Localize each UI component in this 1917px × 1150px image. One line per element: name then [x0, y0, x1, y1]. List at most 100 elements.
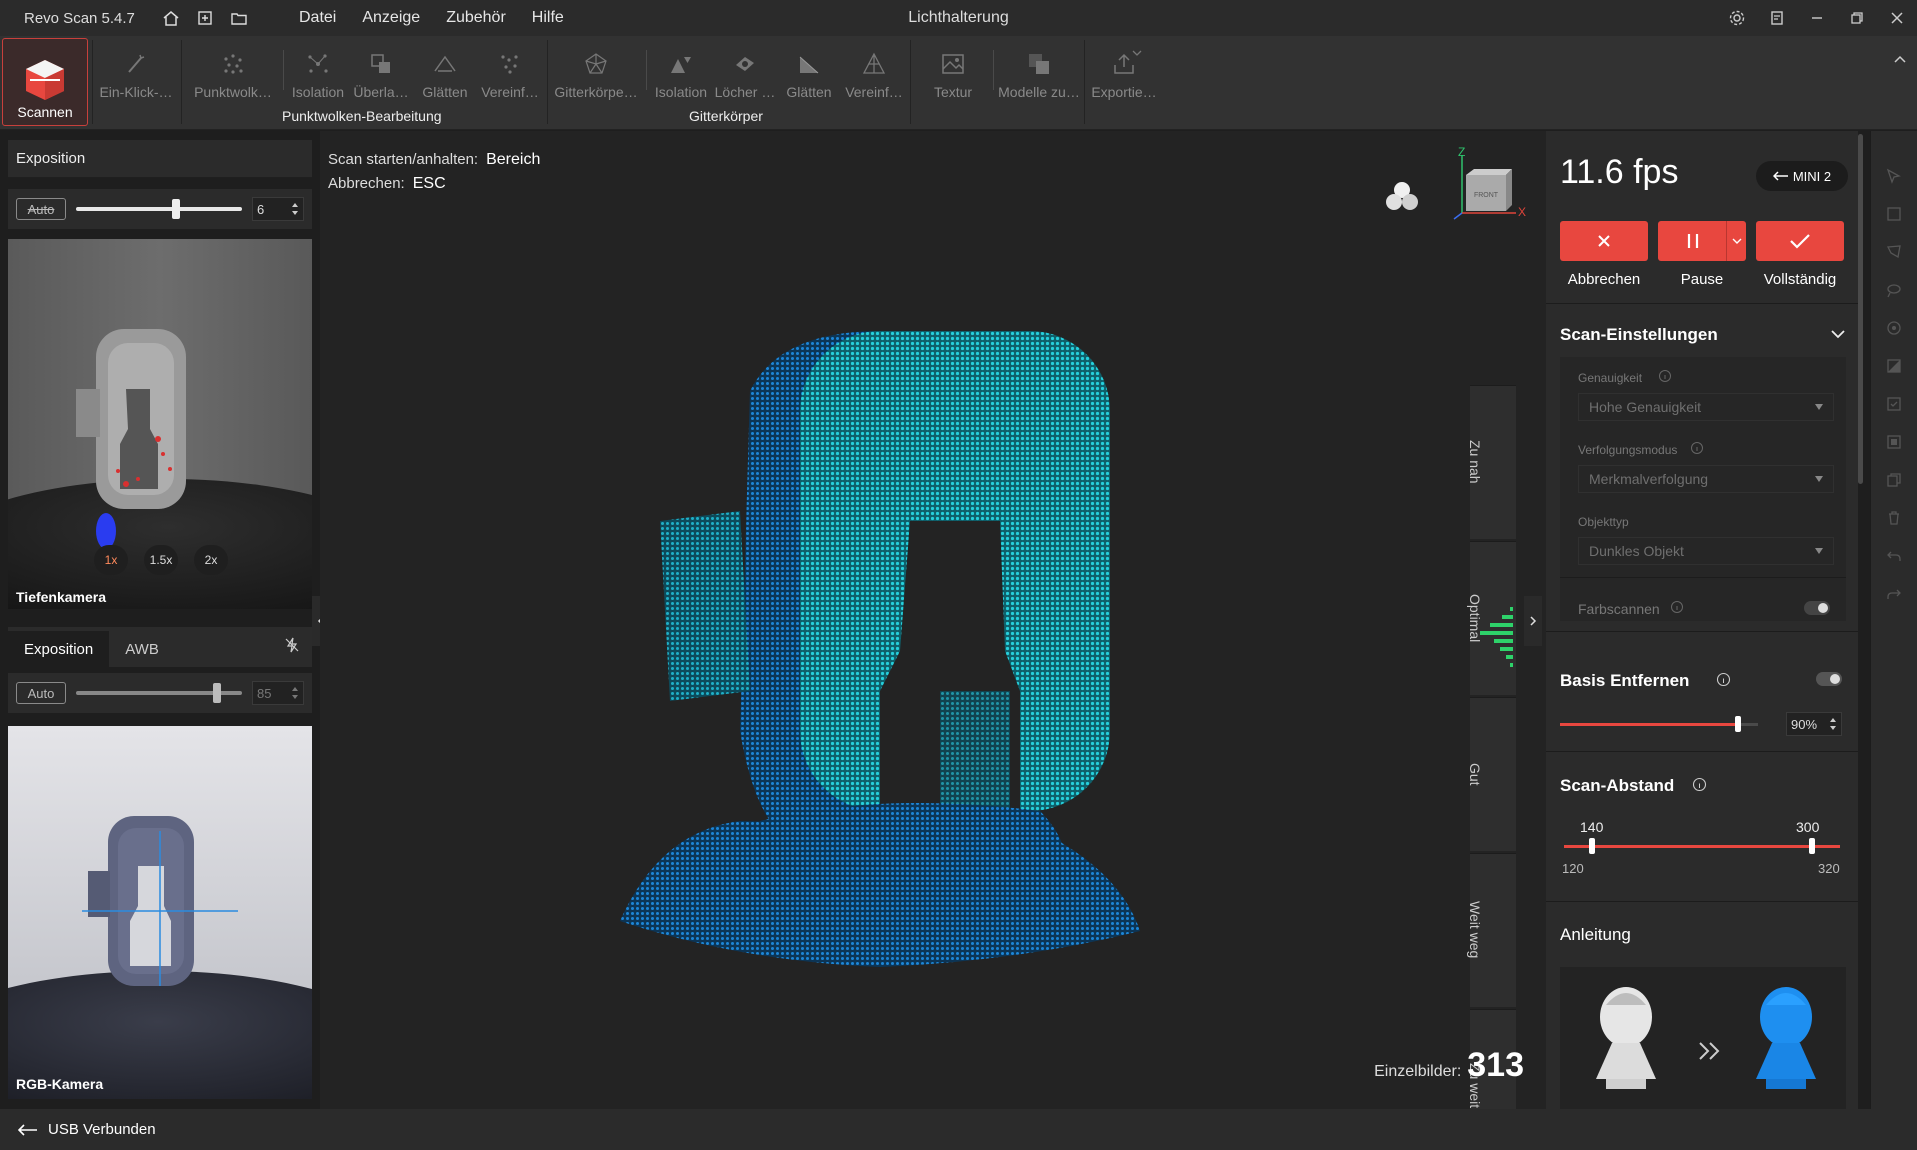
menu-accessories[interactable]: Zubehör — [433, 9, 519, 27]
scan-distance-max-knob[interactable] — [1809, 838, 1816, 854]
scan-distance-info-icon[interactable] — [1692, 777, 1707, 797]
zoom-1-5x-button[interactable]: 1.5x — [144, 545, 178, 575]
scan-control-content: 11.6 fps MINI 2 Abbrechen Pause Vollstän… — [1546, 131, 1858, 1109]
accuracy-info-icon[interactable] — [1658, 369, 1672, 388]
close-icon[interactable] — [1877, 0, 1917, 36]
connection-status-text: USB Verbunden — [48, 1121, 156, 1138]
new-project-icon[interactable] — [188, 1, 222, 35]
rgb-exposure-slider-knob[interactable] — [213, 683, 222, 703]
notes-icon[interactable] — [1757, 0, 1797, 36]
color-scan-info-icon[interactable] — [1670, 600, 1684, 619]
depth-exposure-spinner[interactable]: 6 — [252, 197, 304, 221]
3d-viewport[interactable]: Scan starten/anhalten: Bereich Abbrechen:… — [320, 131, 1546, 1109]
collapse-settings-chevron-icon[interactable] — [1830, 327, 1846, 345]
merge-models-tool[interactable]: Modelle zu… — [996, 40, 1082, 100]
mesh-smooth-tool[interactable]: Glätten — [778, 40, 840, 100]
mesh-isolation-icon — [668, 48, 694, 80]
rgb-exposure-slider[interactable] — [76, 683, 242, 703]
depth-exposure-slider[interactable] — [76, 199, 242, 219]
tracking-mode-dropdown[interactable]: Merkmalverfolgung — [1578, 465, 1834, 493]
delete-icon[interactable] — [1883, 507, 1905, 529]
scan-control-panel: 11.6 fps MINI 2 Abbrechen Pause Vollstän… — [1546, 131, 1870, 1109]
menu-view[interactable]: Anzeige — [349, 9, 433, 27]
menu-file[interactable]: Datei — [286, 9, 349, 27]
select-all-icon[interactable] — [1883, 393, 1905, 415]
export-dropdown-chevron-icon[interactable] — [1131, 46, 1143, 64]
scan-distance-min-knob[interactable] — [1588, 838, 1595, 854]
device-selector-button[interactable]: MINI 2 — [1756, 161, 1848, 191]
remove-base-slider-fill — [1560, 723, 1739, 726]
depth-exposure-slider-knob[interactable] — [171, 199, 180, 219]
fill-holes-tool[interactable]: Löcher … — [714, 40, 776, 100]
brush-select-icon[interactable] — [1883, 279, 1905, 301]
ribbon-separator — [92, 40, 93, 124]
tracking-info-icon[interactable] — [1690, 441, 1704, 460]
undo-icon[interactable] — [1883, 545, 1905, 567]
complete-scan-button[interactable] — [1756, 221, 1844, 261]
restore-icon[interactable] — [1837, 0, 1877, 36]
zoom-2x-button[interactable]: 2x — [194, 545, 228, 575]
rgb-exposure-spinner[interactable]: 85 — [252, 681, 304, 705]
object-type-dropdown[interactable]: Dunkles Objekt — [1578, 537, 1834, 565]
object-type-label: Objekttyp — [1578, 515, 1629, 529]
pause-scan-button[interactable] — [1658, 221, 1746, 261]
remove-base-info-icon[interactable] — [1716, 672, 1731, 692]
one-click-tool[interactable]: Ein-Klick-… — [98, 40, 174, 100]
simplify-icon — [497, 48, 523, 80]
collapse-ribbon-chevron-icon[interactable] — [1893, 52, 1907, 71]
pointer-select-icon[interactable] — [1883, 165, 1905, 187]
isolation-tool[interactable]: Isolation — [287, 40, 349, 100]
accuracy-dropdown[interactable]: Hohe Genauigkeit — [1578, 393, 1834, 421]
home-icon[interactable] — [154, 1, 188, 35]
settings-gear-icon[interactable] — [1717, 0, 1757, 36]
texture-tool[interactable]: Textur — [920, 40, 986, 100]
distance-high-value: 300 — [1796, 819, 1820, 835]
mesh-simplify-tool[interactable]: Vereinf… — [842, 40, 906, 100]
mesh-isolation-tool[interactable]: Isolation — [650, 40, 712, 100]
target-select-icon[interactable] — [1883, 317, 1905, 339]
mesh-simplify-icon — [861, 48, 887, 80]
lasso-select-icon[interactable] — [1883, 241, 1905, 263]
copy-selection-icon[interactable] — [1883, 469, 1905, 491]
menu-help[interactable]: Hilfe — [519, 9, 577, 27]
rgb-auto-button[interactable]: Auto — [16, 682, 66, 704]
pause-options-chevron-icon[interactable] — [1726, 221, 1746, 261]
tab-exposure[interactable]: Exposition — [8, 631, 110, 667]
frame-counter: Einzelbilder: 313 — [1374, 1046, 1524, 1085]
plane-cut-icon[interactable] — [1883, 355, 1905, 377]
open-folder-icon[interactable] — [222, 1, 256, 35]
scan-distance-range-slider[interactable] — [1564, 838, 1840, 854]
depth-camera-label: Tiefenkamera — [16, 589, 107, 605]
export-tool[interactable]: Exportie… — [1088, 40, 1160, 100]
rectangle-select-icon[interactable] — [1883, 203, 1905, 225]
remove-base-spinner[interactable]: 90% — [1786, 712, 1842, 736]
mesh-tool[interactable]: Gitterkörpe… — [552, 40, 640, 100]
remove-base-slider-knob[interactable] — [1735, 716, 1742, 732]
quality-good: Gut — [1467, 762, 1483, 786]
right-panel-scrollbar[interactable] — [1858, 134, 1863, 484]
simplify-tool[interactable]: Vereinf… — [478, 40, 542, 100]
invert-selection-icon[interactable] — [1883, 431, 1905, 453]
cancel-scan-button[interactable] — [1560, 221, 1648, 261]
section-divider — [1546, 631, 1858, 632]
tracking-mode-label: Verfolgungsmodus — [1578, 443, 1678, 457]
group-label-mesh: Gitterkörper — [689, 108, 763, 124]
collapse-right-panel-button[interactable] — [1524, 596, 1542, 646]
flash-off-icon[interactable] — [284, 637, 300, 658]
minimize-icon[interactable] — [1797, 0, 1837, 36]
remove-base-toggle[interactable] — [1816, 672, 1842, 686]
redo-icon[interactable] — [1883, 583, 1905, 605]
section-divider — [1546, 751, 1858, 752]
app-window: Revo Scan 5.4.7 Datei Anzeige Zubehör Hi… — [0, 0, 1917, 1150]
smooth-tool[interactable]: Glätten — [415, 40, 475, 100]
depth-auto-button[interactable]: Auto — [16, 198, 66, 220]
color-scan-toggle[interactable] — [1804, 601, 1830, 615]
scan-tool-button[interactable]: Scannen — [2, 38, 88, 126]
pointcloud-tool[interactable]: Punktwolk… — [190, 40, 276, 100]
remove-base-slider[interactable] — [1560, 716, 1758, 732]
tab-awb[interactable]: AWB — [109, 631, 175, 667]
pause-icon — [1687, 234, 1699, 248]
zoom-1x-button[interactable]: 1x — [94, 545, 128, 575]
overlap-tool[interactable]: Überla… — [350, 40, 412, 100]
depth-exposure-title: Exposition — [8, 140, 312, 178]
